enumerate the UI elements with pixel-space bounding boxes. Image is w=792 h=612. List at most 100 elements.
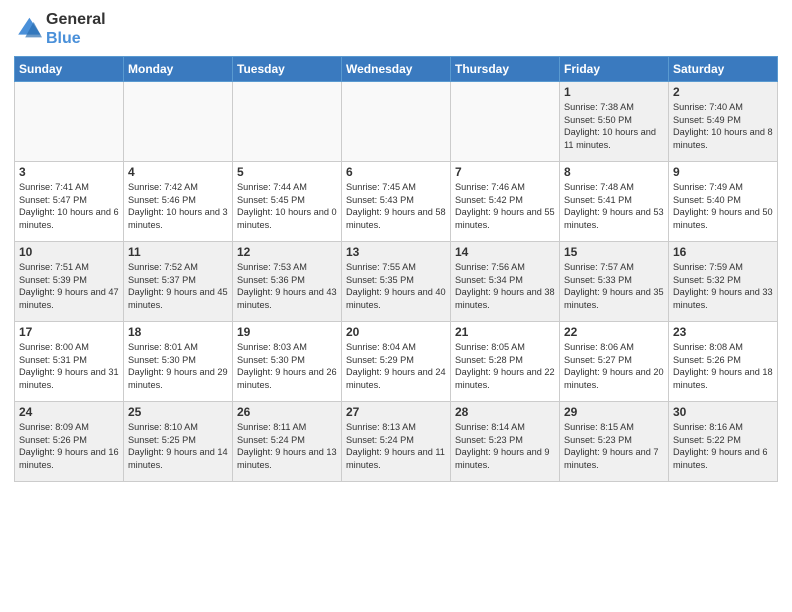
calendar-day-cell: 26 Sunrise: 8:11 AMSunset: 5:24 PMDayligh… — [233, 402, 342, 482]
calendar-day-cell: 12Sunrise: 7:53 AMSunset: 5:36 PMDayligh… — [233, 242, 342, 322]
logo-icon — [14, 15, 42, 43]
calendar-table: SundayMondayTuesdayWednesdayThursdayFrid… — [14, 56, 778, 482]
calendar-day-cell: 10 Sunrise: 7:51 AMSunset: 5:39 PMDayligh… — [15, 242, 124, 322]
day-info: Sunrise: 8:10 AMSunset: 5:25 PMDaylight:… — [128, 421, 228, 471]
day-info: Sunrise: 7:57 AMSunset: 5:33 PMDaylight:… — [564, 261, 664, 311]
calendar-day-cell: 30 Sunrise: 8:16 AMSunset: 5:22 PMDayligh… — [669, 402, 778, 482]
calendar-day-cell: 23 Sunrise: 8:08 AMSunset: 5:26 PMDayligh… — [669, 322, 778, 402]
calendar-weekday-thursday: Thursday — [451, 57, 560, 82]
day-info: Sunrise: 7:52 AMSunset: 5:37 PMDaylight:… — [128, 261, 228, 311]
calendar-day-cell: 9 Sunrise: 7:49 AMSunset: 5:40 PMDaylight… — [669, 162, 778, 242]
day-number: 7 — [455, 165, 555, 179]
calendar-day-cell: 22 Sunrise: 8:06 AMSunset: 5:27 PMDayligh… — [560, 322, 669, 402]
day-info: Sunrise: 7:55 AMSunset: 5:35 PMDaylight:… — [346, 261, 446, 311]
calendar-day-cell: 13 Sunrise: 7:55 AMSunset: 5:35 PMDayligh… — [342, 242, 451, 322]
day-info: Sunrise: 8:03 AMSunset: 5:30 PMDaylight:… — [237, 341, 337, 391]
day-info: Sunrise: 7:42 AMSunset: 5:46 PMDaylight:… — [128, 181, 228, 231]
day-number: 22 — [564, 325, 664, 339]
logo: General Blue — [14, 10, 106, 48]
calendar-weekday-monday: Monday — [124, 57, 233, 82]
calendar-day-cell: 19 Sunrise: 8:03 AMSunset: 5:30 PMDayligh… — [233, 322, 342, 402]
day-info: Sunrise: 8:01 AMSunset: 5:30 PMDaylight:… — [128, 341, 228, 391]
day-number: 9 — [673, 165, 773, 179]
day-info: Sunrise: 7:56 AMSunset: 5:34 PMDaylight:… — [455, 261, 555, 311]
day-number: 4 — [128, 165, 228, 179]
calendar-week-row: 1 Sunrise: 7:38 AMSunset: 5:50 PMDaylight… — [15, 82, 778, 162]
calendar-day-cell: 4 Sunrise: 7:42 AMSunset: 5:46 PMDaylight… — [124, 162, 233, 242]
day-info: Sunrise: 7:38 AMSunset: 5:50 PMDaylight:… — [564, 101, 664, 151]
day-number: 6 — [346, 165, 446, 179]
calendar-weekday-wednesday: Wednesday — [342, 57, 451, 82]
day-info: Sunrise: 8:15 AMSunset: 5:23 PMDaylight:… — [564, 421, 664, 471]
calendar-day-cell: 8 Sunrise: 7:48 AMSunset: 5:41 PMDaylight… — [560, 162, 669, 242]
day-number: 26 — [237, 405, 337, 419]
calendar-day-cell: 27Sunrise: 8:13 AMSunset: 5:24 PMDayligh… — [342, 402, 451, 482]
calendar-week-row: 3 Sunrise: 7:41 AMSunset: 5:47 PMDaylight… — [15, 162, 778, 242]
day-info: Sunrise: 8:14 AMSunset: 5:23 PMDaylight:… — [455, 421, 555, 471]
day-info: Sunrise: 7:45 AMSunset: 5:43 PMDaylight:… — [346, 181, 446, 231]
calendar-day-cell: 25Sunrise: 8:10 AMSunset: 5:25 PMDayligh… — [124, 402, 233, 482]
day-number: 3 — [19, 165, 119, 179]
calendar-day-cell: 6 Sunrise: 7:45 AMSunset: 5:43 PMDaylight… — [342, 162, 451, 242]
day-number: 28 — [455, 405, 555, 419]
day-info: Sunrise: 8:13 AMSunset: 5:24 PMDaylight:… — [346, 421, 446, 471]
day-info: Sunrise: 8:09 AMSunset: 5:26 PMDaylight:… — [19, 421, 119, 471]
calendar-day-cell: 15 Sunrise: 7:57 AMSunset: 5:33 PMDayligh… — [560, 242, 669, 322]
day-info: Sunrise: 7:48 AMSunset: 5:41 PMDaylight:… — [564, 181, 664, 231]
day-number: 10 — [19, 245, 119, 259]
day-number: 1 — [564, 85, 664, 99]
day-info: Sunrise: 7:59 AMSunset: 5:32 PMDaylight:… — [673, 261, 773, 311]
day-number: 24 — [19, 405, 119, 419]
day-info: Sunrise: 7:44 AMSunset: 5:45 PMDaylight:… — [237, 181, 337, 231]
calendar-day-cell — [451, 82, 560, 162]
day-number: 5 — [237, 165, 337, 179]
calendar-day-cell: 24 Sunrise: 8:09 AMSunset: 5:26 PMDayligh… — [15, 402, 124, 482]
calendar-day-cell: 17Sunrise: 8:00 AMSunset: 5:31 PMDayligh… — [15, 322, 124, 402]
day-number: 19 — [237, 325, 337, 339]
day-number: 15 — [564, 245, 664, 259]
calendar-weekday-friday: Friday — [560, 57, 669, 82]
calendar-day-cell: 3 Sunrise: 7:41 AMSunset: 5:47 PMDaylight… — [15, 162, 124, 242]
calendar-day-cell — [124, 82, 233, 162]
day-info: Sunrise: 8:08 AMSunset: 5:26 PMDaylight:… — [673, 341, 773, 391]
day-number: 23 — [673, 325, 773, 339]
day-number: 8 — [564, 165, 664, 179]
day-number: 20 — [346, 325, 446, 339]
day-info: Sunrise: 8:16 AMSunset: 5:22 PMDaylight:… — [673, 421, 773, 471]
day-number: 2 — [673, 85, 773, 99]
calendar-week-row: 10 Sunrise: 7:51 AMSunset: 5:39 PMDayligh… — [15, 242, 778, 322]
calendar-day-cell: 20 Sunrise: 8:04 AMSunset: 5:29 PMDayligh… — [342, 322, 451, 402]
day-number: 11 — [128, 245, 228, 259]
day-number: 13 — [346, 245, 446, 259]
logo-text: General Blue — [46, 10, 106, 48]
day-info: Sunrise: 8:11 AMSunset: 5:24 PMDaylight:… — [237, 421, 337, 471]
calendar-week-row: 17Sunrise: 8:00 AMSunset: 5:31 PMDayligh… — [15, 322, 778, 402]
calendar-weekday-sunday: Sunday — [15, 57, 124, 82]
day-info: Sunrise: 8:05 AMSunset: 5:28 PMDaylight:… — [455, 341, 555, 391]
day-info: Sunrise: 7:51 AMSunset: 5:39 PMDaylight:… — [19, 261, 119, 311]
day-number: 12 — [237, 245, 337, 259]
calendar-weekday-saturday: Saturday — [669, 57, 778, 82]
day-info: Sunrise: 8:04 AMSunset: 5:29 PMDaylight:… — [346, 341, 446, 391]
day-info: Sunrise: 7:41 AMSunset: 5:47 PMDaylight:… — [19, 181, 119, 231]
calendar-day-cell: 16 Sunrise: 7:59 AMSunset: 5:32 PMDayligh… — [669, 242, 778, 322]
calendar-day-cell: 21 Sunrise: 8:05 AMSunset: 5:28 PMDayligh… — [451, 322, 560, 402]
header: General Blue — [14, 10, 778, 48]
calendar-day-cell: 5 Sunrise: 7:44 AMSunset: 5:45 PMDaylight… — [233, 162, 342, 242]
day-number: 14 — [455, 245, 555, 259]
day-info: Sunrise: 8:06 AMSunset: 5:27 PMDaylight:… — [564, 341, 664, 391]
calendar-day-cell — [233, 82, 342, 162]
day-number: 30 — [673, 405, 773, 419]
day-number: 16 — [673, 245, 773, 259]
day-info: Sunrise: 7:49 AMSunset: 5:40 PMDaylight:… — [673, 181, 773, 231]
calendar-day-cell: 7Sunrise: 7:46 AMSunset: 5:42 PMDaylight… — [451, 162, 560, 242]
calendar-day-cell: 28 Sunrise: 8:14 AMSunset: 5:23 PMDayligh… — [451, 402, 560, 482]
calendar-day-cell: 1 Sunrise: 7:38 AMSunset: 5:50 PMDaylight… — [560, 82, 669, 162]
day-number: 21 — [455, 325, 555, 339]
calendar-day-cell: 11 Sunrise: 7:52 AMSunset: 5:37 PMDayligh… — [124, 242, 233, 322]
calendar-day-cell: 2 Sunrise: 7:40 AMSunset: 5:49 PMDaylight… — [669, 82, 778, 162]
day-info: Sunrise: 7:40 AMSunset: 5:49 PMDaylight:… — [673, 101, 773, 151]
calendar-day-cell: 14 Sunrise: 7:56 AMSunset: 5:34 PMDayligh… — [451, 242, 560, 322]
calendar-day-cell: 18Sunrise: 8:01 AMSunset: 5:30 PMDayligh… — [124, 322, 233, 402]
calendar-week-row: 24 Sunrise: 8:09 AMSunset: 5:26 PMDayligh… — [15, 402, 778, 482]
